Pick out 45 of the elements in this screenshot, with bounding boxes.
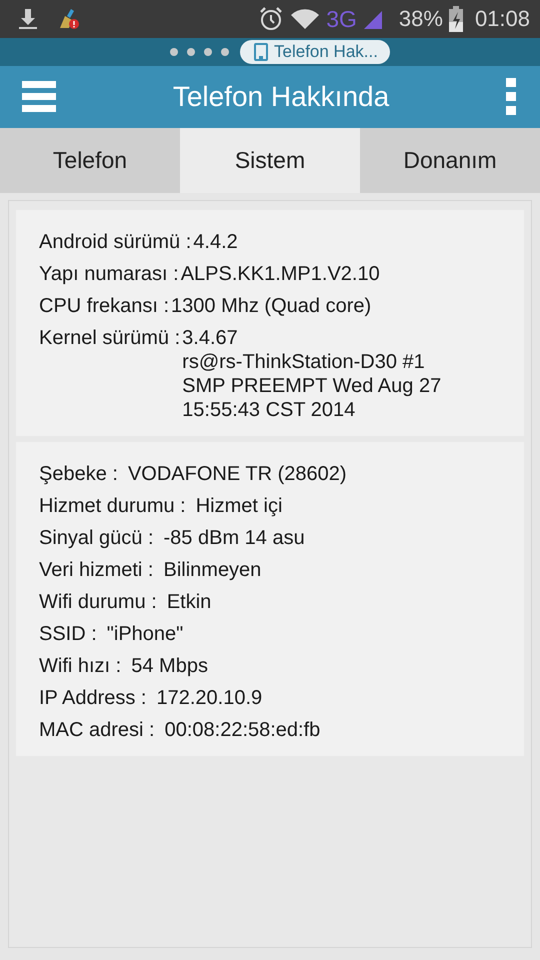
tab[interactable]: Sistem <box>180 128 360 193</box>
info-label: Yapı numarası : <box>39 262 179 286</box>
info-value: VODAFONE TR (28602) <box>128 462 347 486</box>
info-label: Hizmet durumu : <box>39 494 186 518</box>
download-icon <box>18 8 38 30</box>
info-label: SSID : <box>39 622 97 646</box>
menu-icon[interactable] <box>22 81 56 113</box>
battery-icon <box>448 6 463 32</box>
info-value: rs@rs-ThinkStation-D30 #1 <box>182 350 426 374</box>
info-label: Android sürümü : <box>39 230 192 254</box>
tab[interactable]: Donanım <box>360 128 540 193</box>
info-label: IP Address : <box>39 686 146 710</box>
info-value: 3.4.67 <box>182 326 239 350</box>
info-label: Kernel sürümü : <box>39 326 180 351</box>
wifi-icon <box>290 7 320 31</box>
info-value: Bilinmeyen <box>163 558 262 582</box>
info-value: -85 dBm 14 asu <box>164 526 305 550</box>
info-value: 1300 Mhz (Quad core) <box>171 294 372 318</box>
broom-icon <box>58 8 80 30</box>
info-label: CPU frekansı : <box>39 294 170 318</box>
battery-percent: 38% <box>398 6 443 32</box>
overflow-menu-icon[interactable] <box>506 78 516 116</box>
info-label: Sinyal gücü : <box>39 526 154 550</box>
alarm-icon <box>258 6 284 32</box>
screen-title: Telefon Hakkında <box>172 81 390 113</box>
info-value: SMP PREEMPT Wed Aug 27 <box>182 374 442 398</box>
info-value: 172.20.10.9 <box>156 686 262 710</box>
info-label: Wifi durumu : <box>39 590 157 614</box>
info-label: Şebeke : <box>39 462 118 486</box>
info-value: 15:55:43 CST 2014 <box>182 398 356 422</box>
tablet-icon <box>254 43 268 61</box>
info-value: 54 Mbps <box>131 654 208 678</box>
info-label: Wifi hızı : <box>39 654 122 678</box>
info-value: Hizmet içi <box>196 494 282 518</box>
info-value: 4.4.2 <box>193 230 238 254</box>
tab[interactable]: Telefon <box>0 128 180 193</box>
network-type: 3G <box>326 6 357 32</box>
info-value: Etkin <box>166 590 212 614</box>
info-label: MAC adresi : <box>39 718 155 742</box>
app-chip[interactable]: Telefon Hak... <box>240 40 390 64</box>
info-value: "iPhone" <box>106 622 184 646</box>
info-value: 00:08:22:58:ed:fb <box>164 718 320 742</box>
clock-time: 01:08 <box>474 6 530 32</box>
info-value: ALPS.KK1.MP1.V2.10 <box>180 262 380 286</box>
info-label: Veri hizmeti : <box>39 558 154 582</box>
